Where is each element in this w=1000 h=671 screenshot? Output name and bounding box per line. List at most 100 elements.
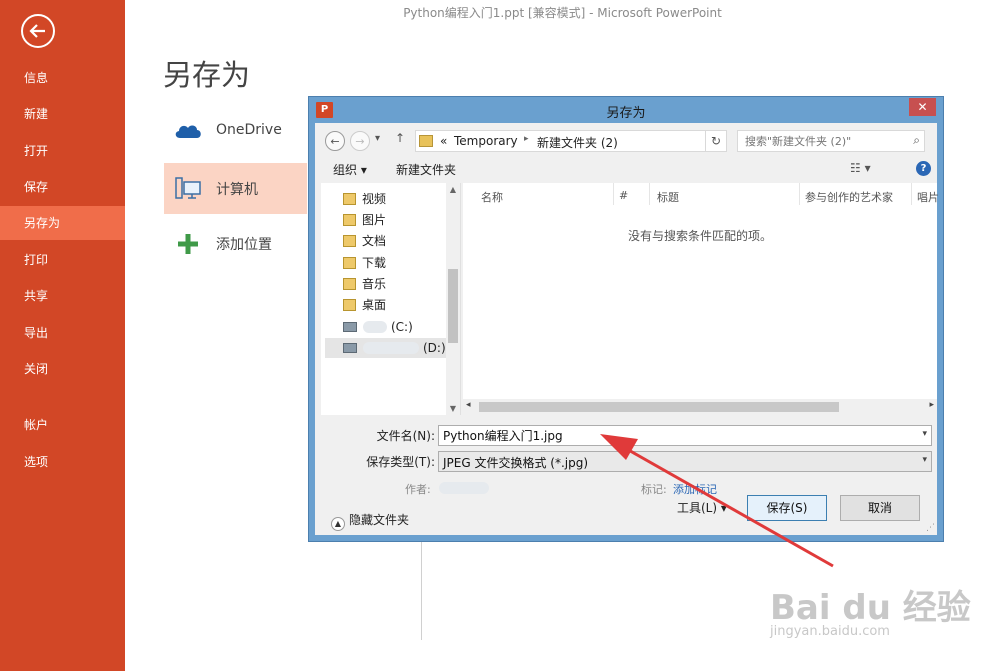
folder-icon — [343, 193, 356, 205]
chevron-down-icon: ▾ — [922, 455, 927, 465]
nav-item-music[interactable]: 音乐 — [343, 274, 386, 294]
empty-message: 没有与搜索条件匹配的项。 — [627, 229, 772, 243]
filename-input[interactable] — [439, 426, 882, 445]
scroll-down-icon[interactable]: ▼ — [446, 404, 460, 413]
breadcrumb-temporary[interactable]: Temporary — [454, 134, 518, 148]
save-as-dialog: P 另存为 ✕ ← → ▾ ↑ « Temporary ▸ 新建文件夹 (2) … — [308, 96, 944, 542]
refresh-button[interactable]: ↻ — [705, 130, 727, 152]
nav-item-drive-d[interactable]: (D:) — [325, 338, 447, 358]
save-options: 文件名(N): ▾ 保存类型(T): JPEG 文件交换格式 (*.jpg) ▾… — [315, 415, 937, 535]
file-list-scrollbar[interactable]: ◂ ▸ — [463, 399, 937, 415]
nav-item-pictures[interactable]: 图片 — [343, 210, 386, 230]
close-button[interactable]: ✕ — [909, 98, 936, 116]
cancel-button[interactable]: 取消 — [840, 495, 920, 521]
page-title: 另存为 — [163, 58, 251, 92]
help-icon[interactable]: ? — [916, 161, 931, 176]
chevron-right-icon[interactable]: ▸ — [524, 134, 529, 144]
tags-label: 标记: — [641, 483, 667, 496]
place-label: OneDrive — [216, 121, 282, 138]
folder-icon — [343, 257, 356, 269]
menu-export[interactable]: 导出 — [0, 316, 125, 350]
powerpoint-backstage: 信息 新建 打开 保存 另存为 打印 共享 导出 关闭 帐户 选项 Python… — [0, 0, 1000, 671]
scroll-right-icon[interactable]: ▸ — [929, 400, 934, 410]
place-onedrive[interactable]: OneDrive — [164, 104, 307, 155]
navigation-pane: 视频 图片 文档 下载 音乐 桌面 (C:) (D:) ▲ ▼ — [321, 183, 461, 415]
new-folder-button[interactable]: 新建文件夹 — [396, 161, 456, 178]
folder-icon — [419, 135, 433, 147]
recent-dropdown-icon[interactable]: ▾ — [375, 133, 380, 144]
scroll-thumb[interactable] — [479, 402, 839, 412]
column-album[interactable]: 唱片 — [917, 189, 939, 205]
menu-info[interactable]: 信息 — [0, 61, 125, 95]
add-tags-link[interactable]: 添加标记 — [673, 481, 717, 497]
cloud-icon — [168, 110, 208, 150]
save-button[interactable]: 保存(S) — [747, 495, 827, 521]
place-label: 计算机 — [216, 181, 258, 198]
plus-icon — [168, 224, 208, 264]
computer-icon — [168, 169, 208, 209]
drive-icon — [343, 322, 357, 332]
place-add-location[interactable]: 添加位置 — [164, 218, 307, 269]
watermark-url: jingyan.baidu.com — [770, 624, 890, 639]
back-arrow-icon — [29, 24, 45, 38]
redacted-author[interactable] — [439, 482, 489, 494]
menu-print[interactable]: 打印 — [0, 243, 125, 277]
filetype-select[interactable]: JPEG 文件交换格式 (*.jpg) ▾ — [438, 451, 932, 472]
column-divider[interactable] — [911, 183, 912, 205]
menu-open[interactable]: 打开 — [0, 134, 125, 168]
back-button[interactable] — [21, 14, 55, 48]
dialog-title: 另存为 — [606, 106, 646, 121]
forward-nav-button[interactable]: → — [350, 131, 370, 151]
dialog-titlebar[interactable]: P 另存为 ✕ — [309, 97, 943, 123]
organize-menu[interactable]: 组织 ▾ — [333, 161, 367, 178]
tools-menu[interactable]: 工具(L) ▾ — [677, 499, 727, 516]
nav-item-desktop[interactable]: 桌面 — [343, 295, 386, 315]
menu-save-as[interactable]: 另存为 — [0, 206, 125, 240]
author-label: 作者: — [405, 483, 431, 496]
redacted-label — [363, 342, 419, 354]
up-arrow-icon[interactable]: ↑ — [395, 131, 405, 145]
menu-options[interactable]: 选项 — [0, 445, 125, 479]
scroll-thumb[interactable] — [448, 269, 458, 343]
column-divider[interactable] — [613, 183, 614, 205]
column-number[interactable]: # — [619, 189, 628, 202]
nav-item-documents[interactable]: 文档 — [343, 231, 386, 251]
resize-grip-icon[interactable]: ⋰ — [926, 523, 935, 533]
folder-icon — [343, 214, 356, 226]
breadcrumb-new-folder[interactable]: 新建文件夹 (2) — [537, 134, 618, 151]
nav-item-drive-c[interactable]: (C:) — [343, 317, 413, 337]
column-divider[interactable] — [799, 183, 800, 205]
filetype-value: JPEG 文件交换格式 (*.jpg) — [443, 456, 589, 470]
nav-item-videos[interactable]: 视频 — [343, 189, 386, 209]
menu-account[interactable]: 帐户 — [0, 408, 125, 442]
nav-item-downloads[interactable]: 下载 — [343, 253, 386, 273]
chevron-up-icon: ▲ — [331, 517, 345, 531]
backstage-sidebar: 信息 新建 打开 保存 另存为 打印 共享 导出 关闭 帐户 选项 — [0, 0, 125, 671]
menu-share[interactable]: 共享 — [0, 279, 125, 313]
search-input[interactable] — [738, 131, 898, 151]
search-box[interactable]: ⌕ — [737, 130, 925, 152]
dialog-toolbar: 组织 ▾ 新建文件夹 ☷ ▾ ? — [315, 157, 937, 181]
file-list: 名称 # 标题 参与创作的艺术家 唱片 没有与搜索条件匹配的项。 ◂ ▸ — [463, 183, 939, 415]
column-title[interactable]: 标题 — [657, 189, 679, 205]
dialog-body: ← → ▾ ↑ « Temporary ▸ 新建文件夹 (2) ▾ ↻ ⌕ — [315, 123, 939, 535]
search-icon: ⌕ — [913, 133, 920, 147]
view-options-icon[interactable]: ☷ ▾ — [850, 161, 871, 175]
menu-save[interactable]: 保存 — [0, 170, 125, 204]
column-divider[interactable] — [649, 183, 650, 205]
nav-scrollbar[interactable]: ▲ ▼ — [446, 183, 460, 415]
address-bar[interactable]: « Temporary ▸ 新建文件夹 (2) ▾ — [415, 130, 725, 152]
menu-new[interactable]: 新建 — [0, 97, 125, 131]
chevron-down-icon[interactable]: ▾ — [922, 429, 927, 439]
window-title: Python编程入门1.ppt [兼容模式] - Microsoft Power… — [403, 6, 722, 20]
back-nav-button[interactable]: ← — [325, 131, 345, 151]
scroll-up-icon[interactable]: ▲ — [446, 185, 460, 194]
menu-close[interactable]: 关闭 — [0, 352, 125, 386]
scroll-left-icon[interactable]: ◂ — [466, 400, 471, 410]
place-computer[interactable]: 计算机 — [164, 163, 307, 214]
column-artist[interactable]: 参与创作的艺术家 — [805, 189, 893, 205]
hide-folders-toggle[interactable]: ▲ 隐藏文件夹 — [331, 511, 409, 531]
divider — [421, 540, 422, 640]
filename-field[interactable]: ▾ — [438, 425, 932, 446]
column-name[interactable]: 名称 — [481, 189, 503, 205]
